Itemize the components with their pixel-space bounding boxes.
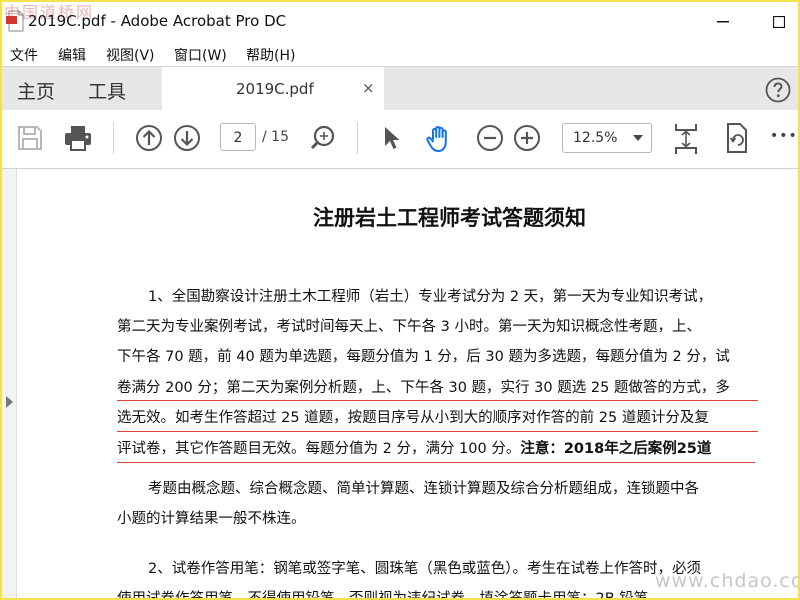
chevron-down-icon [633, 135, 643, 141]
minimize-icon [717, 21, 729, 23]
arrow-up-circle-icon[interactable] [135, 124, 163, 152]
app-window: 中国道桥网 2019C.pdf - Adobe Acrobat Pro DC 文… [0, 0, 800, 600]
hand-icon[interactable] [424, 124, 454, 154]
maximize-button[interactable] [764, 8, 794, 36]
toolbar: 2 / 15 12.5% ••• [2, 110, 798, 169]
document-title: 注册岩土工程师考试答题须知 [313, 206, 586, 230]
menu-view[interactable]: 视图(V) [106, 45, 155, 65]
print-icon[interactable] [63, 124, 93, 152]
minimize-button[interactable] [708, 8, 738, 36]
watermark-bottom: www.chdao.com [655, 570, 798, 592]
red-underline [117, 400, 758, 401]
zoom-dropdown[interactable]: 12.5% [562, 123, 652, 153]
expand-arrow-icon [6, 396, 13, 408]
zoom-value: 12.5% [573, 130, 618, 146]
tab-document-label: 2019C.pdf [236, 80, 314, 98]
paragraph-line: 第二天为专业案例考试，考试时间每天上、下午各 3 小时。第一天为知识概念性考题，… [117, 319, 701, 335]
tab-tools[interactable]: 工具 [88, 77, 126, 104]
left-panel-toggle[interactable] [2, 169, 17, 598]
menu-bar: 文件 编辑 视图(V) 窗口(W) 帮助(H) [2, 42, 798, 66]
menu-file[interactable]: 文件 [10, 45, 38, 65]
page-total: / 15 [262, 129, 289, 145]
paragraph-line: 选无效。如考生作答超过 25 道题，按题目序号从小到大的顺序对作答的前 25 道… [117, 410, 709, 426]
title-bar: 中国道桥网 2019C.pdf - Adobe Acrobat Pro DC [2, 2, 798, 42]
document-view[interactable]: 注册岩土工程师考试答题须知 1、全国勘察设计注册土木工程师（岩土）专业考试分为 … [2, 169, 798, 600]
paragraph-line: 卷满分 200 分；第二天为案例分析题，上、下午各 30 题，实行 30 题选 … [117, 380, 730, 396]
paragraph-line: 2、试卷作答用笔：钢笔或签字笔、圆珠笔（黑色或蓝色）。考生在试卷上作答时，必须 [148, 561, 701, 577]
red-underline [117, 462, 755, 463]
save-icon[interactable] [16, 124, 44, 152]
menu-window[interactable]: 窗口(W) [174, 45, 227, 65]
window-title: 2019C.pdf - Adobe Acrobat Pro DC [28, 12, 287, 30]
paragraph-text: 评试卷，其它作答题目无效。每题分值为 2 分，满分 100 分。 [117, 441, 521, 457]
more-icon[interactable]: ••• [770, 128, 798, 144]
paragraph-line: 考题由概念题、综合概念题、简单计算题、连锁计算题及综合分析题组成，连锁题中各 [148, 481, 699, 497]
paragraph-line: 评试卷，其它作答题目无效。每题分值为 2 分，满分 100 分。注意：2018年… [117, 434, 711, 464]
toolbar-divider [357, 122, 358, 154]
tab-bar: 主页 工具 2019C.pdf × [2, 66, 798, 111]
arrow-down-circle-icon[interactable] [173, 124, 201, 152]
pointer-icon[interactable] [380, 124, 404, 152]
help-icon[interactable] [765, 77, 791, 103]
maximize-icon [773, 16, 785, 28]
close-tab-button[interactable]: × [362, 79, 375, 97]
fit-page-icon[interactable] [672, 122, 700, 156]
menu-edit[interactable]: 编辑 [58, 45, 86, 65]
toolbar-divider [113, 122, 114, 154]
page-number-input[interactable]: 2 [220, 123, 256, 151]
zoom-search-icon[interactable] [309, 124, 337, 152]
zoom-out-icon[interactable] [476, 124, 504, 152]
paragraph-line: 小题的计算结果一般不株连。 [117, 511, 306, 527]
paragraph-line: 使用试卷作答用笔，不得使用铅笔，否则视为违纪试卷。填涂答题卡用笔：2B 铅笔。 [117, 591, 663, 600]
emphasis-note: 注意：2018年之后案例25道 [520, 441, 712, 457]
zoom-in-icon[interactable] [513, 124, 541, 152]
menu-help[interactable]: 帮助(H) [246, 45, 295, 65]
tab-document[interactable]: 2019C.pdf × [162, 67, 384, 111]
paragraph-line: 下午各 70 题，前 40 题为单选题，每题分值为 1 分，后 30 题为多选题… [117, 349, 730, 365]
paragraph-line: 1、全国勘察设计注册土木工程师（岩土）专业考试分为 2 天，第一天为专业知识考试… [148, 289, 713, 305]
tab-home[interactable]: 主页 [17, 77, 55, 104]
red-underline [117, 431, 758, 432]
rotate-page-icon[interactable] [722, 122, 750, 154]
